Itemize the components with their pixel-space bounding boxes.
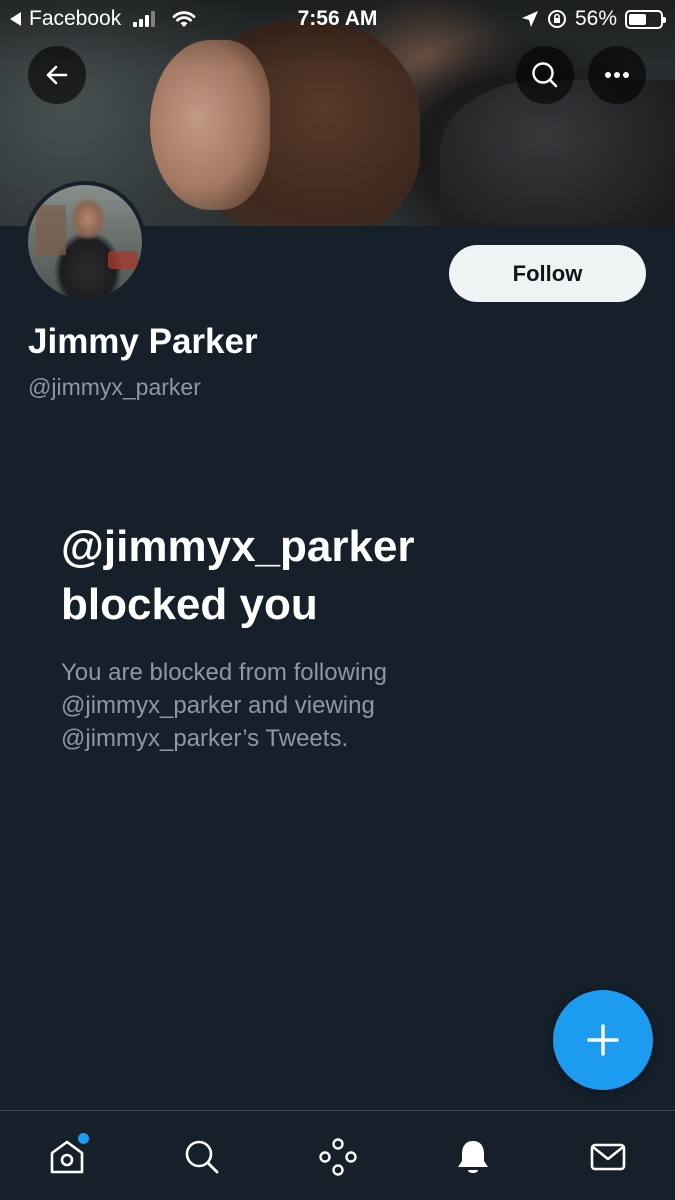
search-icon [185,1140,219,1174]
avatar[interactable] [24,181,146,303]
nav-spaces[interactable] [314,1133,362,1181]
battery-percent: 56% [574,7,617,30]
profile-display-name: Jimmy Parker [28,322,258,361]
nav-search[interactable] [178,1133,226,1181]
more-options-button[interactable] [588,46,646,104]
plus-icon [587,1024,619,1056]
home-notification-dot [78,1133,89,1144]
blocked-description: You are blocked from following @jimmyx_p… [61,656,501,755]
search-icon [532,62,558,88]
back-button[interactable] [28,46,86,104]
avatar-photo-house [36,205,66,255]
mail-icon [590,1143,626,1171]
blocked-title: @jimmyx_parker blocked you [61,518,621,634]
orientation-lock-icon [547,10,566,28]
battery-icon [625,9,666,29]
blocked-description-line-2: @jimmyx_parker and viewing [61,692,375,719]
follow-button[interactable]: Follow [449,245,646,302]
more-horizontal-icon [605,72,629,78]
status-bar: Facebook 7:56 AM 56% [0,0,675,40]
compose-tweet-button[interactable] [553,990,653,1090]
avatar-photo-car [108,251,138,269]
blocked-title-handle: @jimmyx_parker [61,522,415,571]
nav-notifications[interactable] [449,1133,497,1181]
blocked-description-line-3: @jimmyx_parker’s Tweets. [61,725,349,752]
profile-handle: @jimmyx_parker [28,374,201,400]
status-right: 56% [521,7,666,31]
bottom-navigation [0,1110,675,1200]
nav-home[interactable] [43,1133,91,1181]
arrow-left-icon [46,65,68,85]
spaces-icon [319,1138,357,1176]
nav-messages[interactable] [584,1133,632,1181]
blocked-title-text: blocked you [61,580,318,629]
location-arrow-icon [521,11,538,27]
search-button[interactable] [516,46,574,104]
blocked-description-line-1: You are blocked from following [61,659,387,686]
bell-icon [458,1141,488,1173]
